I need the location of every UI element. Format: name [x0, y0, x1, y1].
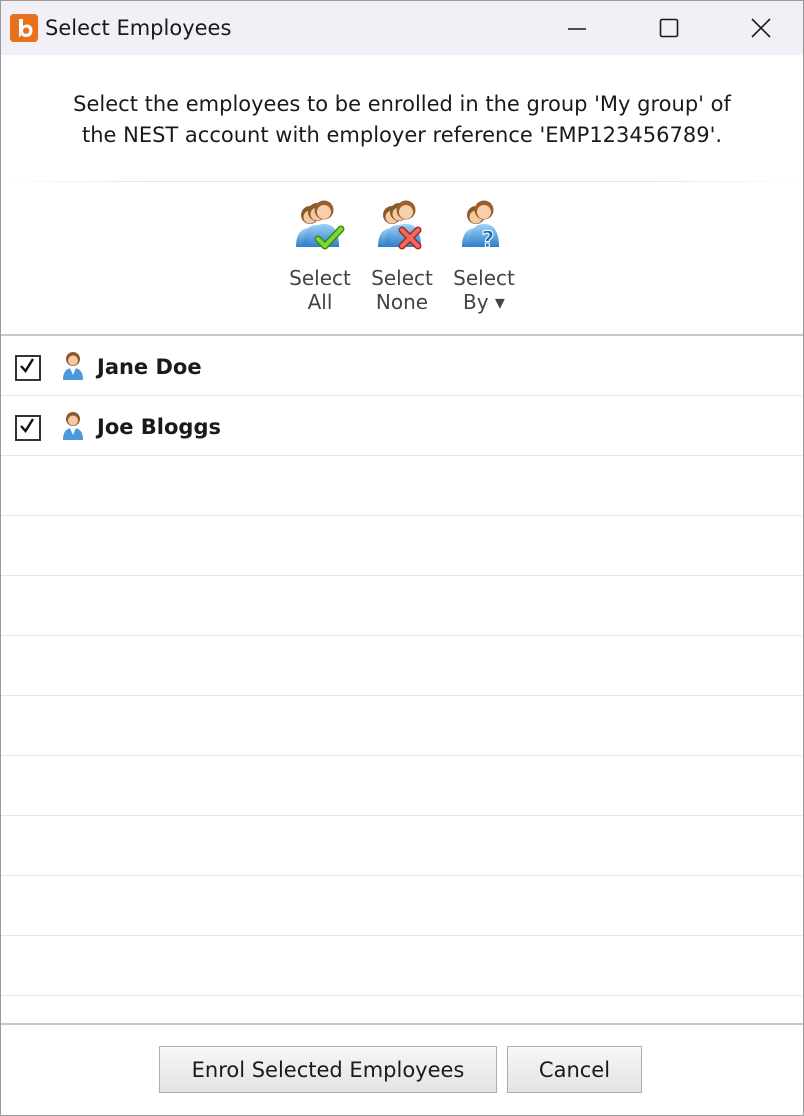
- select-by-label: Select By ▾: [444, 266, 524, 314]
- select-all-people-icon: [296, 200, 345, 250]
- instruction-text: Select the employees to be enrolled in t…: [1, 89, 803, 151]
- employee-row[interactable]: Jane Doe: [1, 336, 803, 396]
- employee-name: Joe Bloggs: [97, 415, 221, 439]
- checkmark-icon: [20, 358, 35, 373]
- window-title: Select Employees: [45, 16, 232, 40]
- select-all-label-line-1: Select: [289, 266, 351, 290]
- empty-row: [1, 996, 803, 1023]
- employee-list[interactable]: Jane Doe Joe Bloggs: [1, 336, 803, 1023]
- empty-row: [1, 636, 803, 696]
- close-icon: [751, 18, 771, 38]
- select-none-label-line-1: Select: [371, 266, 433, 290]
- select-by-label-line-2: By ▾: [463, 290, 505, 314]
- select-by-label-line-1: Select: [453, 266, 515, 290]
- maximize-icon: [659, 18, 679, 38]
- app-logo-icon: [10, 14, 38, 42]
- enrol-selected-employees-button[interactable]: Enrol Selected Employees: [159, 1046, 497, 1093]
- list-bottom-border: [1, 1023, 803, 1025]
- select-none-label-line-2: None: [375, 290, 429, 314]
- select-none-label: Select None: [362, 266, 442, 314]
- select-all-label: Select All: [280, 266, 360, 314]
- empty-row: [1, 516, 803, 576]
- empty-row: [1, 576, 803, 636]
- select-employees-dialog: Select Employees Select the employees to…: [0, 0, 804, 1116]
- cancel-button[interactable]: Cancel: [507, 1046, 642, 1093]
- employee-checkbox[interactable]: [15, 415, 41, 441]
- employee-name: Jane Doe: [97, 355, 202, 379]
- empty-row: [1, 456, 803, 516]
- person-icon: [63, 412, 83, 440]
- close-button[interactable]: [715, 1, 803, 55]
- header-divider: [1, 181, 803, 182]
- employee-checkbox[interactable]: [15, 355, 41, 381]
- minimize-button[interactable]: [531, 1, 623, 55]
- select-none-people-icon: [378, 200, 422, 250]
- select-all-label-line-2: All: [307, 290, 333, 314]
- select-none-button[interactable]: Select None: [362, 197, 442, 314]
- select-by-people-icon: ?: [462, 200, 499, 254]
- instruction-line-2: the NEST account with employer reference…: [81, 123, 723, 147]
- checkmark-icon: [20, 418, 35, 433]
- select-all-button[interactable]: Select All: [280, 197, 360, 314]
- maximize-button[interactable]: [623, 1, 715, 55]
- empty-row: [1, 876, 803, 936]
- empty-row: [1, 936, 803, 996]
- title-bar[interactable]: Select Employees: [1, 1, 803, 55]
- employee-row[interactable]: Joe Bloggs: [1, 396, 803, 456]
- instruction-line-1: Select the employees to be enrolled in t…: [73, 92, 731, 116]
- person-icon: [63, 352, 83, 380]
- empty-row: [1, 756, 803, 816]
- empty-row: [1, 816, 803, 876]
- minimize-icon: [568, 28, 586, 30]
- empty-row: [1, 696, 803, 756]
- select-by-dropdown-button[interactable]: ? Select By ▾: [444, 197, 524, 314]
- svg-text:?: ?: [482, 228, 495, 253]
